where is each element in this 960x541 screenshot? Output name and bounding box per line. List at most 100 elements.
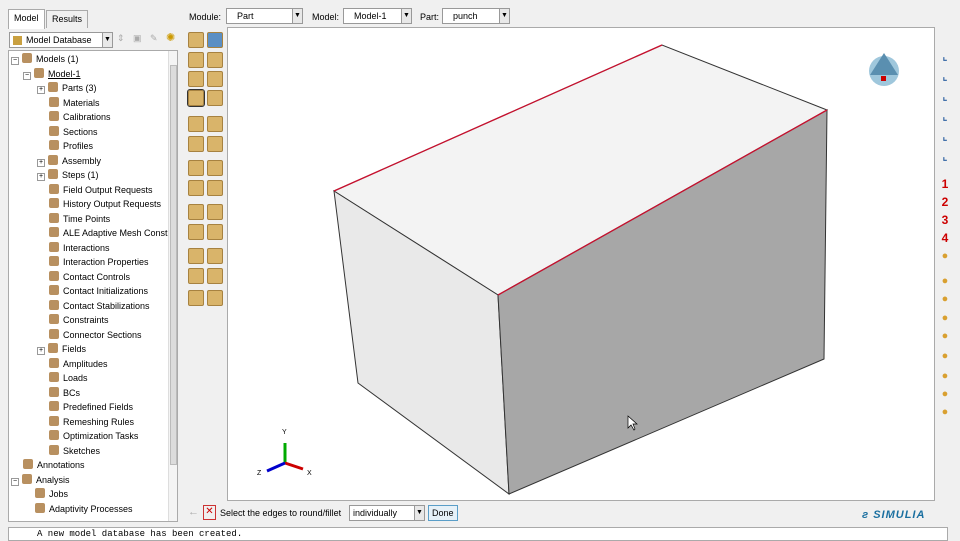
view-axis-icon[interactable]: ⌞ (937, 92, 953, 108)
tool-button[interactable] (188, 52, 204, 68)
view-preset-button[interactable]: 2 (937, 195, 953, 211)
tree-item[interactable]: Predefined Fields (49, 400, 133, 414)
tree-item[interactable]: Contact Controls (49, 270, 130, 284)
collapse-icon[interactable]: − (23, 71, 31, 80)
tree-item[interactable]: Profiles (49, 139, 93, 153)
tree-item[interactable]: Materials (49, 96, 100, 110)
display-option-icon[interactable]: ● (937, 370, 953, 386)
tree-item[interactable]: Remeshing Rules (49, 415, 134, 429)
view-preset-button[interactable]: 4 (937, 231, 953, 247)
tool-button[interactable] (188, 32, 204, 48)
lightbulb-icon[interactable]: ✺ (166, 31, 175, 44)
view-preset-button[interactable]: 3 (937, 213, 953, 229)
expand-icon[interactable]: + (37, 173, 45, 181)
tool-button[interactable] (188, 290, 204, 306)
back-arrow-icon[interactable]: ← (188, 506, 199, 518)
tree-item[interactable]: − Analysis (11, 473, 70, 487)
display-option-icon[interactable]: ● (937, 250, 953, 266)
view-preset-button[interactable]: 1 (937, 177, 953, 193)
tool-button[interactable] (188, 116, 204, 132)
tool-button[interactable] (207, 52, 223, 68)
database-select[interactable]: Model Database ▼ (9, 32, 113, 48)
expand-icon[interactable]: + (37, 158, 45, 167)
tree-item[interactable]: Annotations (23, 458, 85, 472)
tree-scrollbar[interactable] (168, 51, 177, 521)
display-option-icon[interactable]: ● (937, 388, 953, 404)
tool-button[interactable] (207, 224, 223, 240)
tree-item[interactable]: BCs (49, 386, 80, 400)
tree-item[interactable]: − Model-1 (23, 67, 81, 81)
view-axis-icon[interactable]: ⌞ (937, 52, 953, 68)
display-option-icon[interactable]: ● (937, 406, 953, 422)
viewport[interactable]: Y X Z (227, 27, 935, 501)
display-option-icon[interactable]: ● (937, 350, 953, 366)
display-option-icon[interactable]: ● (937, 293, 953, 309)
model-select[interactable]: Model-1 ▼ (343, 8, 412, 24)
expand-icon[interactable]: + (37, 86, 45, 94)
cancel-icon[interactable]: ✕ (203, 505, 216, 520)
tool-button[interactable] (207, 90, 223, 106)
tool-button[interactable] (188, 160, 204, 176)
model-tree[interactable]: − Models (1) − Model-1 + Parts (3) Materials Ca… (8, 50, 178, 522)
tool-button[interactable] (207, 116, 223, 132)
tree-item[interactable]: Connector Sections (49, 328, 142, 342)
part-select[interactable]: punch ▼ (442, 8, 510, 24)
done-button[interactable]: Done (428, 505, 458, 521)
view-axis-icon[interactable]: ⌞ (937, 152, 953, 168)
tool-button[interactable] (188, 248, 204, 264)
tool-button[interactable] (207, 71, 223, 87)
tree-item[interactable]: Jobs (35, 487, 68, 501)
tree-item[interactable]: Contact Stabilizations (49, 299, 150, 313)
tree-item[interactable]: Sections (49, 125, 98, 139)
tool-button[interactable] (188, 136, 204, 152)
view-compass-icon[interactable] (869, 53, 899, 86)
tab-model[interactable]: Model (8, 9, 45, 29)
display-option-icon[interactable]: ● (937, 275, 953, 291)
module-select[interactable]: Part ▼ (226, 8, 303, 24)
tree-item[interactable]: Field Output Requests (49, 183, 153, 197)
tool-button[interactable] (207, 204, 223, 220)
tool-button[interactable] (188, 204, 204, 220)
tree-item[interactable]: + Steps (1) (37, 168, 99, 182)
tree-item[interactable]: + Fields (37, 342, 86, 356)
tree-item[interactable]: Optimization Tasks (49, 429, 138, 443)
sort-icon[interactable]: ⇕ (117, 33, 125, 44)
view-axis-icon[interactable]: ⌞ (937, 112, 953, 128)
tool-button[interactable] (207, 268, 223, 284)
tool-button[interactable] (188, 180, 204, 196)
tree-item[interactable]: Time Points (49, 212, 110, 226)
selection-mode-select[interactable]: individually ▼ (349, 505, 425, 521)
tree-item[interactable]: + Assembly (37, 154, 101, 168)
tree-item[interactable]: Amplitudes (49, 357, 108, 371)
tree-item[interactable]: − Models (1) (11, 52, 79, 66)
tool-button[interactable] (207, 32, 223, 48)
expand-icon[interactable]: + (37, 347, 45, 355)
tree-item[interactable]: Contact Initializations (49, 284, 148, 298)
tree-item[interactable]: ALE Adaptive Mesh Constra (49, 226, 176, 240)
tool-button[interactable] (188, 71, 204, 87)
tool-button[interactable] (207, 290, 223, 306)
display-option-icon[interactable]: ● (937, 312, 953, 328)
tab-results[interactable]: Results (46, 10, 89, 28)
tree-item[interactable]: Adaptivity Processes (35, 502, 133, 516)
tree-item[interactable]: Constraints (49, 313, 109, 327)
tool-button[interactable] (188, 268, 204, 284)
collapse-icon[interactable]: − (11, 57, 19, 65)
collapse-icon[interactable]: − (11, 477, 19, 486)
view-axis-icon[interactable]: ⌞ (937, 132, 953, 148)
view-axis-icon[interactable]: ⌞ (937, 72, 953, 88)
display-option-icon[interactable]: ● (937, 330, 953, 346)
tool-button[interactable] (187, 89, 205, 107)
tree-item[interactable]: Loads (49, 371, 88, 385)
tree-item[interactable]: Interactions (49, 241, 110, 255)
tree-item[interactable]: Calibrations (49, 110, 111, 124)
tree-item[interactable]: + Parts (3) (37, 81, 97, 95)
tool-button[interactable] (207, 248, 223, 264)
tool-button[interactable] (207, 136, 223, 152)
pin-icon[interactable]: ✎ (150, 33, 158, 44)
tree-item[interactable]: Interaction Properties (49, 255, 149, 269)
tool-button[interactable] (207, 180, 223, 196)
tree-item[interactable]: Sketches (49, 444, 100, 458)
tree-item[interactable]: History Output Requests (49, 197, 161, 211)
tool-button[interactable] (207, 160, 223, 176)
